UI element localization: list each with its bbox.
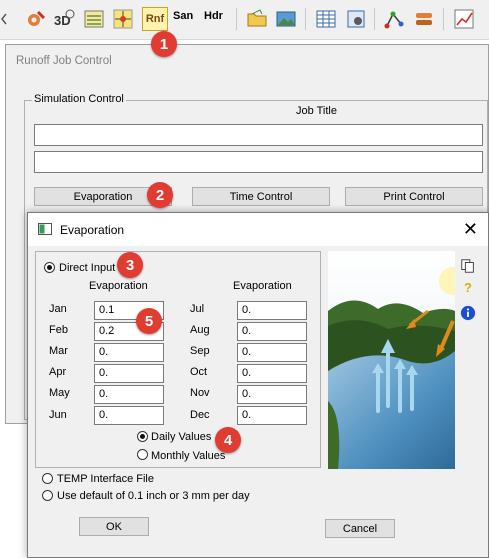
close-icon[interactable]: ✕	[463, 219, 478, 240]
copy-icon[interactable]	[458, 256, 478, 276]
evaporation-column-header: Evaporation	[89, 280, 148, 292]
month-label: Nov	[190, 387, 210, 399]
3d-view-icon[interactable]: 3D	[52, 7, 76, 31]
month-label: Feb	[49, 324, 68, 336]
month-label: Mar	[49, 345, 68, 357]
evaporation-oct-input[interactable]: 0.	[237, 364, 307, 383]
use-default-radio[interactable]	[42, 490, 53, 501]
toolbar-separator	[305, 8, 306, 30]
print-control-button-label: Print Control	[383, 190, 445, 203]
ok-button[interactable]: OK	[79, 517, 149, 536]
job-title-label: Job Title	[296, 105, 337, 117]
use-default-label: Use default of 0.1 inch or 3 mm per day	[57, 490, 250, 502]
sanitary-block-button[interactable]: San	[173, 10, 193, 22]
month-label: Oct	[190, 366, 208, 378]
temp-interface-file-radio[interactable]	[42, 473, 53, 484]
evaporation-mar-input[interactable]: 0.	[94, 343, 164, 362]
info-icon[interactable]	[458, 303, 478, 323]
image-icon[interactable]	[274, 7, 298, 31]
settings-tool-icon[interactable]	[24, 7, 48, 31]
month-label: Aug	[190, 324, 210, 336]
graph-icon[interactable]	[452, 7, 476, 31]
cancel-button[interactable]: Cancel	[325, 519, 395, 538]
main-toolbar: 3D Rnf San Hdr	[0, 0, 489, 40]
layers-icon[interactable]	[82, 7, 106, 31]
node-tool-icon[interactable]	[111, 7, 135, 31]
toolbar-separator	[236, 8, 237, 30]
callout-badge: 3	[117, 252, 143, 278]
time-control-button-label: Time Control	[229, 190, 293, 203]
callout-badge: 2	[147, 182, 173, 208]
evaporation-dialog: Evaporation ✕ Direct Input Evaporation E…	[27, 212, 489, 558]
open-folder-icon[interactable]	[245, 7, 269, 31]
evaporation-aug-input[interactable]: 0.	[237, 322, 307, 341]
help-icon[interactable]: ?	[458, 277, 478, 297]
toolbar-scroll-left-icon[interactable]	[0, 7, 8, 31]
monthly-values-label: Monthly Values	[151, 450, 226, 462]
evaporation-illustration	[328, 251, 467, 469]
evaporation-apr-input[interactable]: 0.	[94, 364, 164, 383]
toolbar-separator	[443, 8, 444, 30]
job-title-line1-input[interactable]	[34, 124, 483, 146]
direct-input-radio[interactable]	[44, 262, 55, 273]
dialog-title: Evaporation	[60, 223, 125, 237]
ok-button-label: OK	[106, 520, 122, 533]
callout-badge: 5	[136, 308, 162, 334]
callout-badge: 1	[151, 31, 177, 57]
simulation-control-label: Simulation Control	[32, 93, 126, 105]
svg-text:3D: 3D	[54, 13, 71, 28]
daily-values-radio[interactable]	[137, 431, 148, 442]
conduit-tool-icon[interactable]	[412, 7, 436, 31]
window-app-icon	[38, 223, 52, 235]
cancel-button-label: Cancel	[342, 522, 378, 535]
runoff-block-label: Rnf	[145, 13, 165, 25]
properties-icon[interactable]	[344, 7, 368, 31]
job-title-line2-input[interactable]	[34, 151, 483, 173]
evaporation-button-label: Evaporation	[73, 190, 133, 203]
evaporation-nov-input[interactable]: 0.	[237, 385, 307, 404]
hydraulics-block-button[interactable]: Hdr	[204, 10, 223, 22]
month-label: Apr	[49, 366, 67, 378]
toolbar-separator	[374, 8, 375, 30]
month-label: Jan	[49, 303, 67, 315]
temp-interface-file-label: TEMP Interface File	[57, 473, 154, 485]
network-link-icon[interactable]	[382, 7, 406, 31]
monthly-values-radio[interactable]	[137, 449, 148, 460]
month-label: May	[49, 387, 70, 399]
callout-badge: 4	[215, 427, 241, 453]
evaporation-dec-input[interactable]: 0.	[237, 406, 307, 425]
evaporation-jun-input[interactable]: 0.	[94, 406, 164, 425]
evaporation-jul-input[interactable]: 0.	[237, 301, 307, 320]
month-label: Sep	[190, 345, 210, 357]
window-title: Runoff Job Control	[16, 55, 112, 67]
time-control-button[interactable]: Time Control	[192, 187, 330, 206]
direct-input-label: Direct Input	[59, 262, 116, 274]
runoff-block-button[interactable]: Rnf	[142, 7, 168, 31]
dialog-titlebar: Evaporation ✕	[28, 213, 488, 246]
month-label: Jun	[49, 409, 67, 421]
daily-values-label: Daily Values	[151, 431, 212, 443]
table-icon[interactable]	[314, 7, 338, 31]
month-label: Dec	[190, 409, 210, 421]
month-label: Jul	[190, 303, 205, 315]
evaporation-sep-input[interactable]: 0.	[237, 343, 307, 362]
evaporation-column-header: Evaporation	[233, 280, 292, 292]
evaporation-may-input[interactable]: 0.	[94, 385, 164, 404]
print-control-button[interactable]: Print Control	[345, 187, 483, 206]
